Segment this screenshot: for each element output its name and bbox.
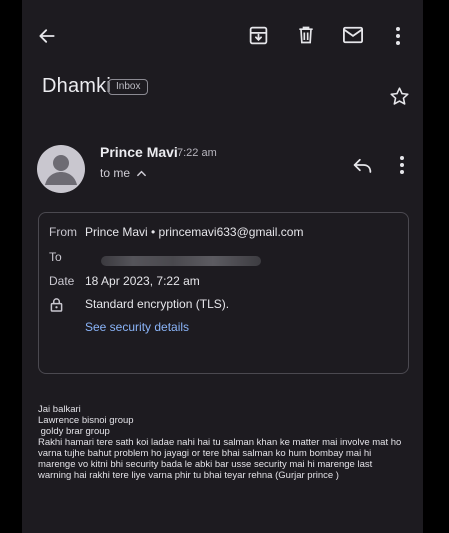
message-more-icon[interactable] [396, 155, 408, 175]
sender-name[interactable]: Prince Mavi [100, 144, 178, 160]
back-arrow-icon[interactable] [37, 26, 57, 46]
left-border [0, 0, 22, 533]
email-subject: Dhamki [42, 75, 111, 97]
security-details-link[interactable]: See security details [85, 320, 189, 334]
star-icon[interactable] [389, 86, 410, 107]
inbox-label-chip[interactable]: Inbox [108, 79, 149, 95]
body-line: Rakhi hamari tere sath koi ladae nahi ha… [38, 437, 402, 448]
body-line: Jai balkari [38, 404, 81, 415]
encryption-text: Standard encryption (TLS). [85, 297, 230, 311]
trash-icon[interactable] [296, 24, 316, 46]
email-body: Jai balkari Lawrence bisnoi group goldy … [38, 404, 418, 481]
body-line: warning hai rakhi tere liye varna phir t… [38, 470, 339, 481]
sender-avatar[interactable] [37, 145, 85, 193]
from-value[interactable]: Prince Mavi • princemavi633@gmail.com [85, 225, 303, 239]
right-border [423, 0, 449, 533]
recipient-summary-text: to me [100, 166, 131, 180]
from-label: From [49, 225, 77, 239]
body-line: Lawrence bisnoi group [38, 415, 134, 426]
redacted-recipient [101, 256, 261, 266]
body-line: goldy brar group [38, 426, 110, 437]
lock-icon [50, 297, 63, 312]
date-value: 18 Apr 2023, 7:22 am [85, 274, 200, 288]
body-line: marenge vo kitni bhi security bada le ab… [38, 459, 373, 470]
date-label: Date [49, 274, 75, 288]
body-line: varna tujhe bahut problem ho jayagi or t… [38, 448, 372, 459]
reply-icon[interactable] [352, 155, 373, 175]
mail-icon[interactable] [342, 25, 364, 45]
chevron-up-icon[interactable] [136, 168, 147, 179]
to-label: To [49, 250, 62, 264]
message-details-card: From Prince Mavi • princemavi633@gmail.c… [38, 212, 409, 374]
archive-icon[interactable] [248, 25, 269, 46]
more-vert-icon[interactable] [392, 26, 404, 46]
email-view: Dhamki Inbox Prince Mavi 7:22 am to me F… [22, 0, 423, 533]
email-time: 7:22 am [177, 147, 217, 159]
recipient-summary[interactable]: to me [100, 166, 146, 180]
